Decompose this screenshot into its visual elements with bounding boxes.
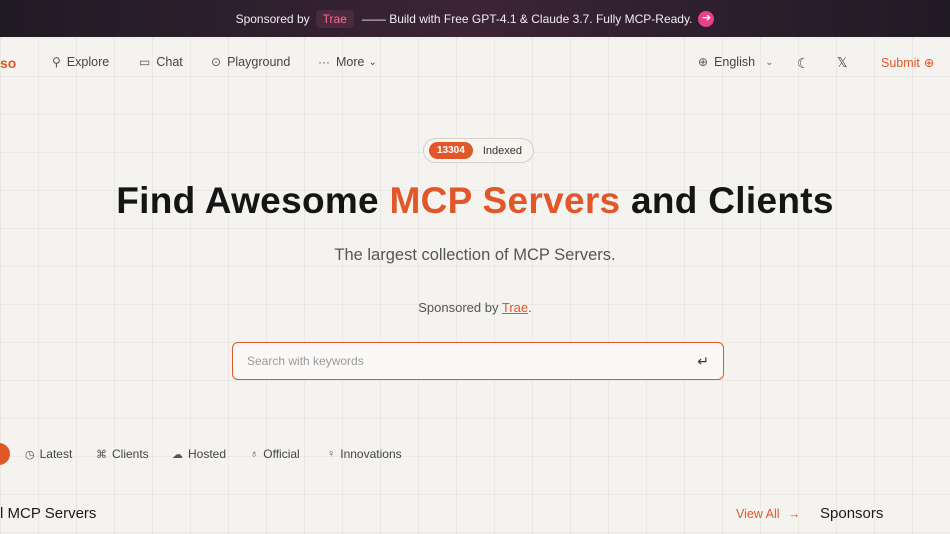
search-icon: ⚲	[52, 55, 61, 69]
nav-explore-label: Explore	[66, 55, 110, 69]
title-accent: MCP Servers	[389, 180, 621, 221]
sponsor-line: Sponsored by Trae.	[0, 300, 950, 315]
banner-prefix: Sponsored by	[235, 11, 310, 26]
globe-icon: ⊕	[698, 55, 709, 69]
nav-more[interactable]: ··· More ⌄	[318, 55, 377, 69]
tab-official-label: Official	[263, 447, 300, 461]
language-label: English	[714, 55, 756, 69]
play-icon: ⊙	[211, 55, 222, 69]
chevron-down-icon: ⌄	[765, 56, 774, 68]
tab-official[interactable]: ♁ Official	[250, 447, 300, 461]
page-title: Find Awesome MCP Servers and Clients	[0, 180, 950, 222]
sponsor-line-prefix: Sponsored by	[418, 300, 502, 315]
theme-toggle-icon[interactable]: ☾	[797, 55, 810, 72]
sponsor-line-suffix: .	[528, 300, 532, 315]
submit-button[interactable]: Submit ⊕	[881, 55, 935, 71]
tab-latest-label: Latest	[39, 447, 73, 461]
nav-explore[interactable]: ⚲ Explore	[52, 55, 109, 69]
indexed-label: Indexed	[482, 144, 522, 157]
x-twitter-icon[interactable]: 𝕏	[837, 55, 847, 71]
title-pre: Find Awesome	[116, 180, 390, 221]
tab-clients-label: Clients	[112, 447, 149, 461]
sponsor-link[interactable]: Trae	[502, 300, 528, 315]
medal-icon: ♁	[250, 448, 259, 460]
section-title: l MCP Servers	[0, 505, 97, 522]
arrow-right-icon[interactable]: ➔	[698, 10, 715, 27]
nav-chat[interactable]: ▭ Chat	[139, 55, 183, 69]
tab-innovations-label: Innovations	[340, 447, 402, 461]
tab-innovations[interactable]: ♀ Innovations	[327, 447, 402, 461]
view-all-link[interactable]: View All →	[736, 507, 801, 521]
search-box: ↵	[232, 342, 724, 380]
top-nav: so ⚲ Explore ▭ Chat ⊙ Playground ··· Mor…	[0, 37, 950, 89]
indexed-count: 13304	[429, 142, 473, 159]
banner-message: —— Build with Free GPT-4.1 & Claude 3.7.…	[361, 11, 693, 26]
brand-logo[interactable]: so	[0, 55, 16, 71]
view-all-label: View All	[736, 507, 780, 521]
arrow-right-icon: →	[788, 507, 801, 521]
chat-icon: ▭	[139, 55, 151, 69]
title-post: and Clients	[620, 180, 834, 221]
tab-latest[interactable]: ◷ Latest	[25, 447, 72, 461]
tab-clients[interactable]: ⌘ Clients	[96, 447, 149, 461]
banner-sponsor-tag[interactable]: Trae	[315, 9, 354, 28]
clock-icon: ◷	[25, 448, 35, 461]
nav-playground-label: Playground	[227, 55, 291, 69]
more-icon: ···	[318, 55, 330, 69]
tab-hosted[interactable]: ☁ Hosted	[172, 447, 226, 461]
plus-circle-icon: ⊕	[923, 56, 935, 70]
nav-playground[interactable]: ⊙ Playground	[211, 55, 290, 69]
tab-hosted-label: Hosted	[188, 447, 227, 461]
indexed-badge: 13304 Indexed	[423, 138, 534, 163]
submit-label: Submit	[881, 55, 920, 70]
sponsor-banner[interactable]: Sponsored by Trae —— Build with Free GPT…	[0, 0, 950, 37]
cloud-icon: ☁	[172, 448, 183, 461]
search-input[interactable]	[247, 354, 698, 368]
lightbulb-icon: ♀	[327, 448, 336, 460]
chevron-down-icon: ⌄	[368, 56, 377, 68]
nav-chat-label: Chat	[156, 55, 183, 69]
nav-more-label: More	[336, 55, 365, 69]
enter-icon[interactable]: ↵	[697, 353, 709, 370]
grid-icon: ⌘	[96, 448, 107, 461]
sponsors-heading: Sponsors	[820, 505, 884, 522]
tab-active-indicator[interactable]	[0, 443, 10, 465]
language-selector[interactable]: ⊕ English ⌄	[698, 55, 773, 69]
page-subtitle: The largest collection of MCP Servers.	[334, 246, 616, 264]
